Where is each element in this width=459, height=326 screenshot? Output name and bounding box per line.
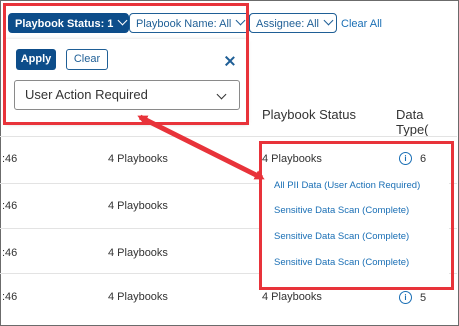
annotation-arrows [137, 114, 265, 181]
arrow-line [137, 114, 265, 181]
